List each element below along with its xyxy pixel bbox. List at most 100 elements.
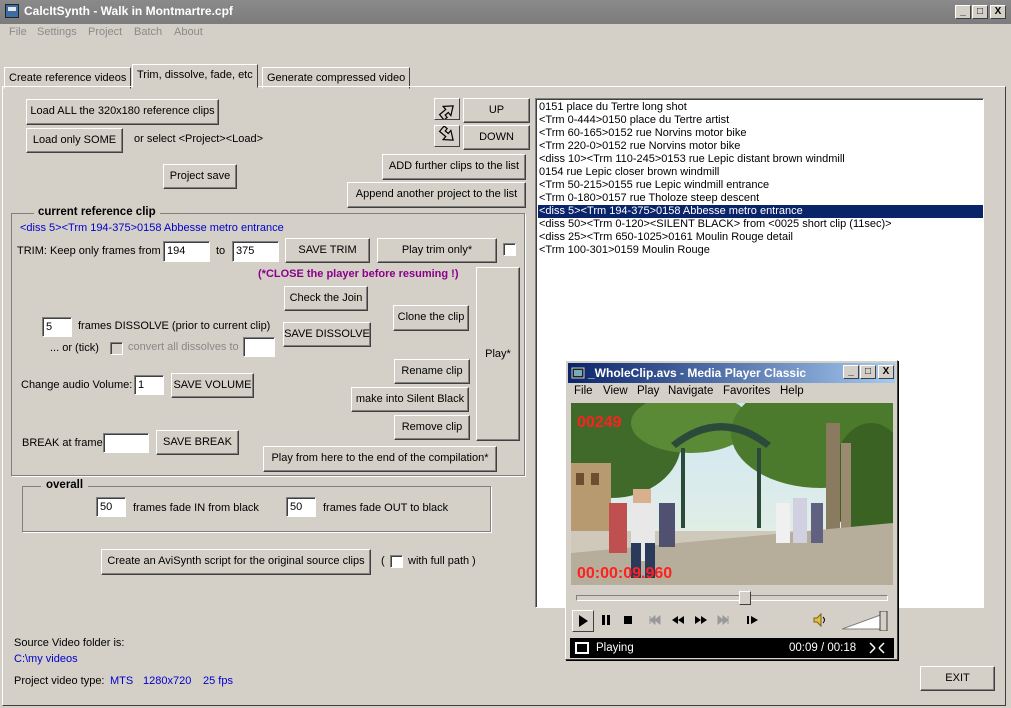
- move-down-icon[interactable]: [434, 125, 460, 147]
- clone-clip-button[interactable]: Clone the clip: [393, 305, 469, 331]
- list-item[interactable]: 0154 rue Lepic closer brown windmill: [538, 166, 983, 179]
- menu-batch[interactable]: Batch: [134, 26, 162, 38]
- seek-bar[interactable]: [576, 595, 888, 601]
- list-item[interactable]: <diss 10><Trm 110-245>0153 rue Lepic dis…: [538, 153, 983, 166]
- maximize-button[interactable]: □: [972, 5, 988, 19]
- volume-input[interactable]: 1: [134, 375, 164, 395]
- play-trim-checkbox[interactable]: [503, 243, 516, 256]
- save-dissolve-button[interactable]: SAVE DISSOLVE: [283, 322, 371, 347]
- play-trim-button[interactable]: Play trim only*: [377, 238, 497, 263]
- player-maximize-button[interactable]: □: [860, 365, 876, 379]
- up-button[interactable]: UP: [463, 98, 530, 123]
- convert-dissolves-input[interactable]: [243, 337, 275, 357]
- list-item-selected[interactable]: <diss 5><Trm 194-375>0158 Abbesse metro …: [538, 205, 983, 218]
- player-menu-favorites[interactable]: Favorites: [723, 385, 770, 397]
- player-menu-view[interactable]: View: [603, 385, 628, 397]
- trim-label: TRIM: Keep only frames from: [17, 245, 161, 257]
- dissolve-frames-input[interactable]: 5: [42, 317, 72, 337]
- project-save-button[interactable]: Project save: [163, 164, 237, 189]
- list-item[interactable]: <Trm 60-165>0152 rue Norvins motor bike: [538, 127, 983, 140]
- volume-label: Change audio Volume:: [21, 379, 133, 391]
- tab-trim-dissolve-fade[interactable]: Trim, dissolve, fade, etc: [132, 64, 258, 88]
- play-from-here-button[interactable]: Play from here to the end of the compila…: [263, 446, 497, 472]
- player-status-bar: Playing 00:09 / 00:18: [570, 638, 894, 658]
- play-button[interactable]: Play*: [476, 267, 520, 441]
- media-player-window[interactable]: _WholeClip.avs - Media Player Classic _ …: [565, 360, 898, 660]
- current-clip-caption: current reference clip: [34, 206, 160, 218]
- status-film-icon: [575, 642, 589, 654]
- check-join-button[interactable]: Check the Join: [284, 286, 368, 311]
- rewind-icon[interactable]: [667, 610, 689, 632]
- video-frame[interactable]: 00249 00:00:09.960: [571, 403, 893, 585]
- break-frame-input[interactable]: [103, 433, 149, 453]
- fade-out-input[interactable]: 50: [286, 497, 316, 517]
- skip-back-icon[interactable]: [644, 610, 666, 632]
- fade-in-input[interactable]: 50: [96, 497, 126, 517]
- skip-forward-icon[interactable]: [712, 610, 734, 632]
- down-button[interactable]: DOWN: [463, 125, 530, 150]
- save-volume-button[interactable]: SAVE VOLUME: [171, 373, 254, 398]
- fast-forward-icon[interactable]: [690, 610, 712, 632]
- fade-out-label: frames fade OUT to black: [323, 502, 449, 514]
- or-select-label: or select <Project><Load>: [134, 133, 264, 145]
- video-type-value: MTS: [110, 675, 134, 687]
- seek-thumb[interactable]: [739, 591, 751, 605]
- play-icon[interactable]: [572, 610, 594, 632]
- close-button[interactable]: X: [990, 5, 1006, 19]
- fullscreen-icon[interactable]: [868, 641, 886, 655]
- overall-caption: overall: [41, 479, 89, 491]
- video-scene-image: 00249 00:00:09.960: [571, 403, 893, 585]
- menu-file[interactable]: File: [9, 26, 27, 38]
- load-some-button[interactable]: Load only SOME: [26, 128, 123, 153]
- add-further-clips-button[interactable]: ADD further clips to the list: [382, 154, 526, 180]
- minimize-button[interactable]: _: [955, 5, 971, 19]
- list-item[interactable]: <Trm 0-444>0150 place du Tertre artist: [538, 114, 983, 127]
- list-item[interactable]: <Trm 0-180>0157 rue Tholoze steep descen…: [538, 192, 983, 205]
- create-avisynth-button[interactable]: Create an AviSynth script for the origin…: [101, 549, 371, 575]
- frame-step-icon[interactable]: [742, 610, 764, 632]
- volume-speaker-icon[interactable]: [809, 610, 831, 632]
- load-all-clips-button[interactable]: Load ALL the 320x180 reference clips: [26, 99, 219, 125]
- save-break-button[interactable]: SAVE BREAK: [156, 430, 239, 455]
- video-resolution: 1280x720: [143, 675, 192, 687]
- player-menu-navigate[interactable]: Navigate: [668, 385, 713, 397]
- convert-dissolves-label: convert all dissolves to: [128, 341, 239, 353]
- timecode-overlay: 00:00:09.960: [577, 565, 672, 582]
- save-trim-button[interactable]: SAVE TRIM: [285, 238, 370, 263]
- list-item[interactable]: <Trm 220-0>0152 rue Norvins motor bike: [538, 140, 983, 153]
- volume-slider[interactable]: [842, 611, 890, 631]
- list-item[interactable]: <Trm 50-215>0155 rue Lepic windmill entr…: [538, 179, 983, 192]
- list-item[interactable]: <diss 25><Trm 650-1025>0161 Moulin Rouge…: [538, 231, 983, 244]
- menu-about[interactable]: About: [174, 26, 203, 38]
- break-label: BREAK at frame: [22, 437, 103, 449]
- list-item[interactable]: <diss 50><Trm 0-120><SILENT BLACK> from …: [538, 218, 983, 231]
- stop-icon[interactable]: [617, 610, 639, 632]
- close-player-warning: (*CLOSE the player before resuming !): [258, 268, 459, 280]
- player-close-button[interactable]: X: [878, 365, 894, 379]
- player-menu-help[interactable]: Help: [780, 385, 804, 397]
- current-clip-name: <diss 5><Trm 194-375>0158 Abbesse metro …: [20, 222, 284, 234]
- append-project-button[interactable]: Append another project to the list: [347, 182, 526, 208]
- list-item[interactable]: 0151 place du Tertre long shot: [538, 101, 983, 114]
- menu-settings[interactable]: Settings: [37, 26, 77, 38]
- full-path-checkbox[interactable]: [390, 555, 403, 568]
- silent-black-button[interactable]: make into Silent Black: [351, 387, 469, 412]
- trim-from-input[interactable]: 194: [163, 241, 210, 262]
- trim-to-input[interactable]: 375: [232, 241, 279, 262]
- dissolve-label: frames DISSOLVE (prior to current clip): [78, 320, 271, 332]
- rename-clip-button[interactable]: Rename clip: [394, 359, 470, 384]
- player-menu-play[interactable]: Play: [637, 385, 659, 397]
- to-label: to: [216, 245, 226, 257]
- player-status-text: Playing: [596, 642, 634, 654]
- remove-clip-button[interactable]: Remove clip: [394, 415, 470, 440]
- video-fps: 25 fps: [203, 675, 233, 687]
- move-up-icon[interactable]: [434, 98, 460, 120]
- player-minimize-button[interactable]: _: [843, 365, 859, 379]
- convert-dissolves-checkbox[interactable]: [110, 342, 123, 355]
- list-item[interactable]: <Trm 100-301>0159 Moulin Rouge: [538, 244, 983, 257]
- player-menu-file[interactable]: File: [574, 385, 593, 397]
- fade-in-label: frames fade IN from black: [133, 502, 259, 514]
- menu-project[interactable]: Project: [88, 26, 122, 38]
- exit-button[interactable]: EXIT: [920, 666, 995, 691]
- pause-icon[interactable]: [595, 610, 617, 632]
